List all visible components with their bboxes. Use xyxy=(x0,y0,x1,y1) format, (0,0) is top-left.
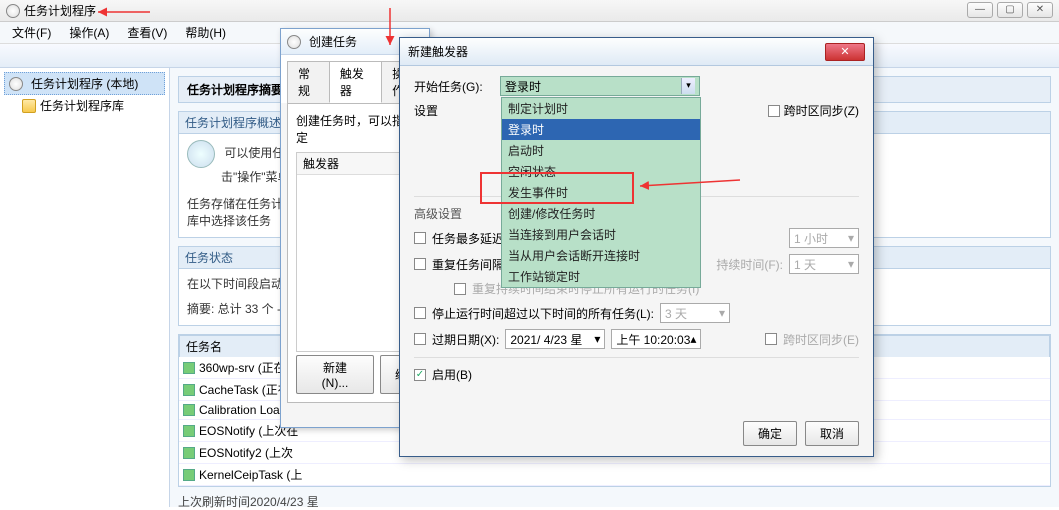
enable-checkbox[interactable] xyxy=(414,369,426,381)
start-task-combo[interactable]: 登录时 ▾ 制定计划时 登录时 启动时 空闲状态 发生事件时 创建/修改任务时 … xyxy=(500,76,700,96)
clock-icon xyxy=(287,35,301,49)
create-task-desc: 创建任务时，可以指定 xyxy=(296,112,414,146)
clock-icon xyxy=(187,140,215,168)
dropdown-item[interactable]: 空闲状态 xyxy=(502,161,700,182)
dropdown-item[interactable]: 当从用户会话断开连接时 xyxy=(502,245,700,266)
dialog-close-button[interactable]: ✕ xyxy=(825,43,865,61)
dropdown-item[interactable]: 制定计划时 xyxy=(502,98,700,119)
delay-combo[interactable]: 1 小时▾ xyxy=(789,228,859,248)
enable-label: 启用(B) xyxy=(432,366,472,383)
new-trigger-dialog: 新建触发器 ✕ 开始任务(G): 登录时 ▾ 制定计划时 登录时 启动时 空闲状… xyxy=(399,37,874,457)
checkbox-icon xyxy=(454,283,466,295)
checkbox-icon xyxy=(768,105,780,117)
create-task-title: 创建任务 xyxy=(309,33,357,50)
tab-general[interactable]: 常规 xyxy=(287,61,330,103)
start-task-dropdown[interactable]: 制定计划时 登录时 启动时 空闲状态 发生事件时 创建/修改任务时 当连接到用户… xyxy=(501,97,701,288)
settings-label: 设置 xyxy=(414,102,494,119)
combo-value: 登录时 xyxy=(505,78,541,95)
titlebar: 任务计划程序 — ▢ ✕ xyxy=(0,0,1059,22)
cancel-button[interactable]: 取消 xyxy=(805,421,859,446)
stop-combo[interactable]: 3 天▾ xyxy=(660,303,730,323)
folder-icon xyxy=(22,99,36,113)
triggers-groupbox-header: 触发器 xyxy=(297,153,413,175)
tree-root[interactable]: 任务计划程序 (本地) xyxy=(4,72,165,95)
menu-help[interactable]: 帮助(H) xyxy=(177,22,234,43)
chevron-down-icon: ▾ xyxy=(848,257,854,271)
maximize-button[interactable]: ▢ xyxy=(997,2,1023,18)
checkbox-icon[interactable] xyxy=(414,232,426,244)
duration-combo[interactable]: 1 天▾ xyxy=(789,254,859,274)
new-trigger-titlebar[interactable]: 新建触发器 ✕ xyxy=(400,38,873,66)
expire-label: 过期日期(X): xyxy=(432,331,499,348)
checkbox-icon[interactable] xyxy=(414,307,426,319)
overview-text4: 库中选择该任务 xyxy=(187,214,271,228)
tz-sync-option[interactable]: 跨时区同步(Z) xyxy=(768,102,859,119)
new-trigger-button[interactable]: 新建(N)... xyxy=(296,355,374,394)
plus-icon xyxy=(183,404,195,416)
tab-triggers[interactable]: 触发器 xyxy=(329,61,382,103)
overview-text3: 任务存储在任务计 xyxy=(187,197,283,211)
window-title: 任务计划程序 xyxy=(24,2,96,19)
chevron-down-icon: ▾ xyxy=(681,78,695,94)
tree-library[interactable]: 任务计划程序库 xyxy=(4,95,165,116)
dropdown-item[interactable]: 工作站锁定时 xyxy=(502,266,700,287)
dropdown-item[interactable]: 创建/修改任务时 xyxy=(502,203,700,224)
checkbox-icon[interactable] xyxy=(414,258,426,270)
duration-label: 持续时间(F): xyxy=(716,256,783,273)
chevron-down-icon: ▾ xyxy=(719,306,725,320)
menu-action[interactable]: 操作(A) xyxy=(61,22,117,43)
close-button[interactable]: ✕ xyxy=(1027,2,1053,18)
spinner-icon: ▴ xyxy=(690,332,696,346)
plus-icon xyxy=(183,425,195,437)
checkbox-icon[interactable] xyxy=(765,333,777,345)
chevron-down-icon: ▾ xyxy=(848,231,854,245)
dropdown-item[interactable]: 发生事件时 xyxy=(502,182,700,203)
clock-app-icon xyxy=(6,4,20,18)
ok-button[interactable]: 确定 xyxy=(743,421,797,446)
tz-sync2-label: 跨时区同步(E) xyxy=(783,331,859,348)
task-row[interactable]: KernelCeipTask (上 xyxy=(179,464,1050,486)
plus-icon xyxy=(183,469,195,481)
plus-icon xyxy=(183,362,195,374)
last-refresh: 上次刷新时间2020/4/23 星 xyxy=(178,493,1051,510)
menu-file[interactable]: 文件(F) xyxy=(4,22,59,43)
dropdown-item[interactable]: 启动时 xyxy=(502,140,700,161)
checkbox-icon[interactable] xyxy=(414,333,426,345)
expire-time-input[interactable]: 上午 10:20:03▴ xyxy=(611,329,701,349)
tree-root-label: 任务计划程序 (本地) xyxy=(31,75,138,92)
tree-library-label: 任务计划程序库 xyxy=(40,97,124,114)
nav-tree[interactable]: 任务计划程序 (本地) 任务计划程序库 xyxy=(0,68,170,507)
plus-icon xyxy=(183,447,195,459)
chevron-down-icon: ▾ xyxy=(594,332,600,346)
dropdown-item[interactable]: 登录时 xyxy=(502,119,700,140)
minimize-button[interactable]: — xyxy=(967,2,993,18)
dropdown-item[interactable]: 当连接到用户会话时 xyxy=(502,224,700,245)
clock-icon xyxy=(9,77,23,91)
new-trigger-title: 新建触发器 xyxy=(408,43,468,60)
stop-label: 停止运行时间超过以下时间的所有任务(L): xyxy=(432,305,654,322)
expire-date-input[interactable]: 2021/ 4/23 星▾ xyxy=(505,329,605,349)
menu-view[interactable]: 查看(V) xyxy=(119,22,175,43)
start-task-label: 开始任务(G): xyxy=(414,78,494,95)
plus-icon xyxy=(183,384,195,396)
